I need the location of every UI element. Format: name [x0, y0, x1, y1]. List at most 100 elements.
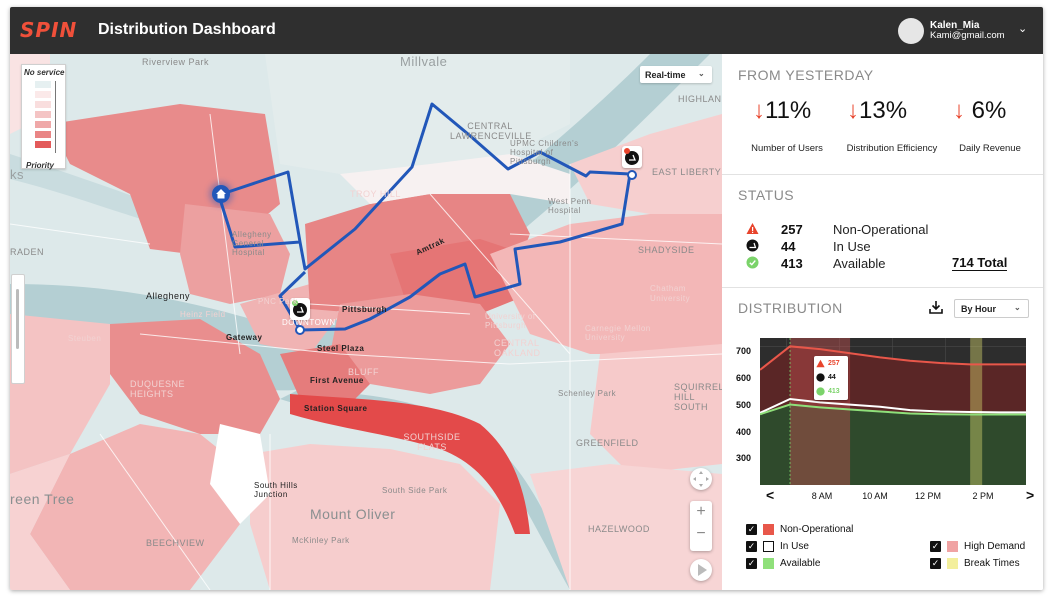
x-tick: 2 PM	[972, 491, 994, 501]
stat-revenue-label: Daily Revenue	[959, 143, 1021, 154]
map-label: Pittsburgh	[342, 305, 387, 314]
legend-label: High Demand	[964, 541, 1026, 552]
legend-bottom-label: Priority	[26, 161, 55, 170]
stat-efficiency-value: ↓13%	[847, 97, 908, 124]
chevron-down-icon: ⌄	[698, 69, 705, 78]
app-window: SPIN Distribution Dashboard Kalen_Mia Ka…	[10, 7, 1043, 590]
map-label: McKinley Park	[292, 536, 350, 545]
map-label: ks	[10, 167, 24, 182]
map-label: SOUTHSIDE FLATS	[403, 432, 461, 452]
compass-icon[interactable]	[690, 559, 712, 581]
x-tick: 10 AM	[862, 491, 888, 501]
map-label: RADEN	[10, 247, 45, 257]
stat-revenue-value: ↓ 6%	[953, 97, 1007, 124]
legend-swatch	[947, 541, 958, 552]
legend-swatch	[35, 91, 51, 98]
map-label: reen Tree	[10, 491, 75, 507]
map-label: Mount Oliver	[310, 506, 396, 522]
home-icon[interactable]	[212, 185, 230, 203]
map-label: Allegheny	[146, 291, 191, 301]
chart-prev-button[interactable]: <	[766, 487, 774, 503]
map-label: Carnegie Mellon University	[585, 324, 651, 342]
warning-icon	[746, 223, 759, 234]
legend-label: Available	[780, 558, 821, 569]
map-label: Steuben	[68, 334, 102, 343]
scooter-marker-icon[interactable]	[622, 146, 642, 168]
distribution-chart[interactable]: 257 44 413	[759, 338, 1026, 485]
chart-next-button[interactable]: >	[1026, 487, 1034, 503]
map-label: BEECHVIEW	[146, 538, 205, 548]
status-label: Non-Operational	[833, 222, 929, 237]
map-label: PNC Park	[258, 297, 298, 306]
legend-label: Non-Operational	[780, 524, 854, 535]
map-label: Station Square	[304, 404, 368, 413]
avatar[interactable]	[898, 18, 924, 44]
legend-checkbox[interactable]: ✓	[746, 524, 757, 535]
map-label: First Avenue	[310, 376, 364, 385]
status-count: 257	[781, 222, 803, 237]
mode-select-value: Real-time	[645, 70, 686, 80]
chart-svg	[759, 338, 1026, 485]
mode-select[interactable]: Real-time ⌄	[640, 66, 712, 83]
map-label: West Penn Hospital	[548, 197, 592, 215]
status-total[interactable]: 714 Total	[952, 256, 1008, 271]
zoom-control: + −	[690, 501, 712, 551]
check-circle-icon	[746, 256, 759, 269]
map-label: DUQUESNE HEIGHTS	[130, 379, 186, 399]
map-label: University of Pittsburgh	[485, 312, 536, 330]
map-label: Schenley Park	[558, 389, 617, 398]
map-side-handle[interactable]	[11, 274, 25, 384]
from-yesterday-title: FROM YESTERDAY	[738, 67, 874, 83]
stat-users-value: ↓11%	[753, 97, 812, 124]
map-label: CENTRAL LAWRENCEVILLE	[450, 121, 532, 141]
map-label: DOWNTOWN	[282, 318, 336, 327]
legend-checkbox[interactable]: ✓	[930, 558, 941, 569]
map-label: EAST LIBERTY	[652, 167, 722, 177]
legend-swatch	[35, 141, 51, 148]
legend-arrow	[55, 81, 56, 153]
stat-users-label: Number of Users	[751, 143, 823, 154]
legend-checkbox[interactable]: ✓	[746, 558, 757, 569]
chart-tooltip: 257 44 413	[814, 356, 848, 400]
map-label: SQUIRREL HILL SOUTH	[674, 382, 722, 412]
map-label: Heinz Field	[180, 310, 226, 319]
tooltip-non-operational: 257	[828, 360, 840, 367]
y-tick: 700	[736, 346, 752, 356]
interval-select[interactable]: By Hour ⌄	[954, 299, 1029, 318]
legend-swatch	[35, 101, 51, 108]
map-label: Allegheny General Hospital	[232, 230, 272, 257]
chevron-down-icon: ⌄	[1014, 303, 1021, 312]
chevron-down-icon[interactable]: ⌄	[1018, 22, 1027, 35]
pan-control[interactable]	[690, 468, 712, 490]
map-label: Steel Plaza	[317, 344, 365, 353]
legend-checkbox[interactable]: ✓	[746, 541, 757, 552]
legend-label: Break Times	[964, 558, 1020, 569]
top-bar: SPIN Distribution Dashboard Kalen_Mia Ka…	[10, 7, 1043, 54]
status-title: STATUS	[738, 187, 795, 203]
legend-swatch	[35, 131, 51, 138]
legend-top-label: No service	[24, 68, 65, 77]
map-label: UPMC Children's Hospital of Pittsburgh	[510, 139, 579, 166]
download-icon[interactable]	[928, 299, 944, 315]
down-arrow-icon: ↓	[847, 97, 859, 124]
map-label: CENTRAL OAKLAND	[494, 338, 541, 358]
zoom-out-button[interactable]: −	[690, 525, 712, 543]
spin-logo[interactable]: SPIN	[20, 18, 77, 42]
legend-swatch	[35, 81, 51, 88]
scooter-icon	[816, 373, 825, 382]
legend-label: In Use	[780, 541, 809, 552]
divider	[722, 287, 1043, 288]
legend-checkbox[interactable]: ✓	[930, 541, 941, 552]
map-label: Riverview Park	[142, 57, 210, 67]
map-label: HAZELWOOD	[588, 524, 650, 534]
legend-swatch	[763, 541, 774, 552]
map-label: HIGHLAND	[678, 94, 722, 104]
distribution-title: DISTRIBUTION	[738, 300, 843, 316]
stat-efficiency-label: Distribution Efficiency	[846, 143, 938, 154]
y-tick: 400	[736, 427, 752, 437]
stats-panel: FROM YESTERDAY ↓11% Number of Users ↓13%…	[722, 54, 1043, 590]
down-arrow-icon: ↓	[953, 97, 965, 124]
zoom-in-button[interactable]: +	[690, 503, 712, 521]
x-tick: 12 PM	[914, 491, 941, 501]
map[interactable]: Riverview Park Millvale HIGHLAND CENTRAL…	[10, 54, 722, 590]
